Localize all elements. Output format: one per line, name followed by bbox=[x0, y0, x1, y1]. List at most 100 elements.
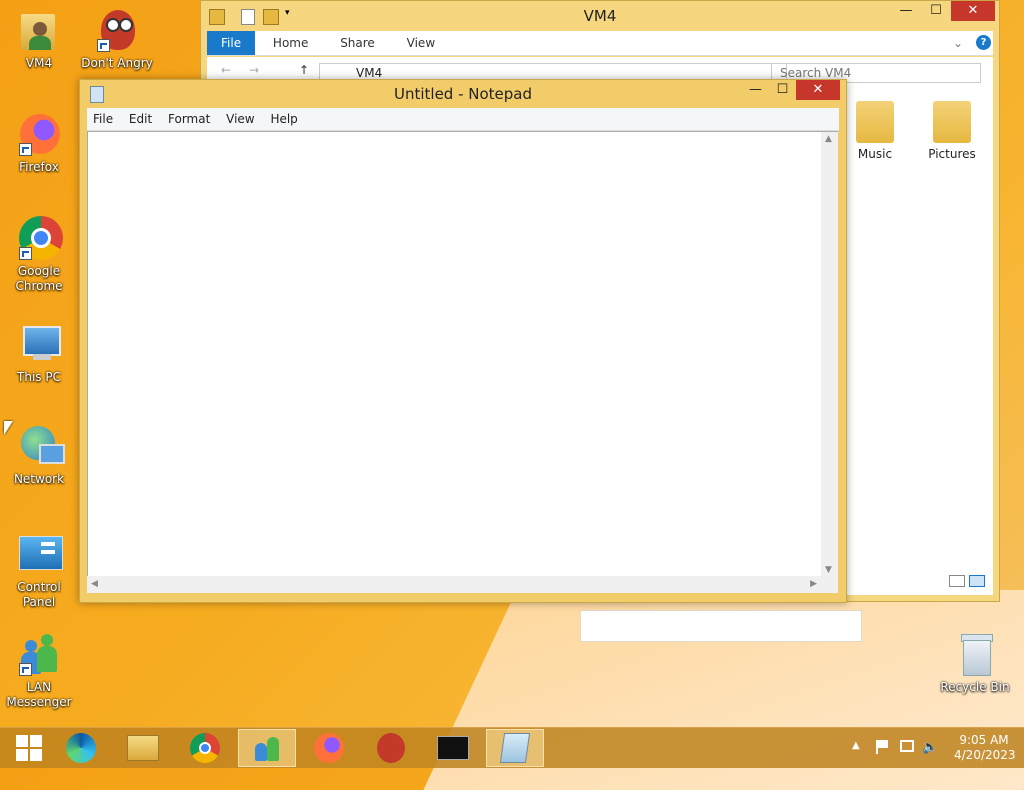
shortcut-arrow-icon bbox=[97, 39, 110, 52]
desktop-icon-lan-messenger[interactable]: LAN Messenger bbox=[1, 632, 77, 710]
desktop-icon-label: LAN Messenger bbox=[6, 680, 72, 709]
windows-logo-icon bbox=[16, 735, 42, 761]
menu-view[interactable]: View bbox=[220, 108, 260, 130]
mouse-cursor-icon bbox=[4, 421, 13, 435]
desktop-icon-control-panel[interactable]: Control Panel bbox=[1, 532, 77, 610]
clock-date: 4/20/2023 bbox=[954, 748, 1016, 762]
desktop-icon-label: Google Chrome bbox=[15, 264, 63, 293]
taskbar-dont-angry[interactable] bbox=[362, 729, 420, 767]
scroll-left-icon[interactable]: ◀ bbox=[91, 579, 98, 589]
taskbar-lan-messenger[interactable] bbox=[238, 729, 296, 767]
pictures-folder-icon bbox=[933, 101, 971, 143]
back-icon[interactable]: ← bbox=[221, 63, 231, 77]
details-view-icon[interactable] bbox=[949, 575, 965, 587]
desktop-icon-dont-angry[interactable]: Don't Angry bbox=[79, 8, 155, 71]
system-clock[interactable]: 9:05 AM 4/20/2023 bbox=[954, 733, 1016, 763]
taskbar-command-prompt[interactable] bbox=[424, 729, 482, 767]
explorer-titlebar[interactable]: ▾ VM4 — ☐ ✕ bbox=[201, 1, 999, 31]
desktop-icon-vm4[interactable]: VM4 bbox=[1, 8, 77, 71]
lan-messenger-icon bbox=[17, 632, 61, 676]
scroll-up-icon[interactable]: ▲ bbox=[825, 134, 832, 144]
close-button[interactable]: ✕ bbox=[951, 1, 995, 21]
ribbon-tabs: File Home Share View ⌄ ? bbox=[207, 31, 993, 56]
clock-time: 9:05 AM bbox=[959, 733, 1009, 747]
menu-help[interactable]: Help bbox=[264, 108, 303, 130]
user-folder-icon bbox=[17, 8, 61, 52]
chrome-icon bbox=[17, 216, 63, 260]
desktop-icon-firefox[interactable]: Firefox bbox=[1, 112, 77, 175]
tab-view[interactable]: View bbox=[393, 31, 449, 55]
desktop-icon-label: This PC bbox=[17, 370, 61, 384]
taskbar-firefox[interactable] bbox=[300, 729, 358, 767]
notepad-window[interactable]: Untitled - Notepad — ☐ ✕ File Edit Forma… bbox=[79, 79, 847, 603]
desktop-icon-label: Control Panel bbox=[17, 580, 61, 609]
command-prompt-icon bbox=[437, 736, 469, 760]
maximize-button[interactable]: ☐ bbox=[769, 80, 796, 100]
shortcut-arrow-icon bbox=[19, 143, 32, 156]
recycle-bin-icon bbox=[953, 632, 997, 676]
forward-icon[interactable]: → bbox=[249, 63, 259, 77]
menu-bar: File Edit Format View Help bbox=[87, 108, 839, 131]
firefox-icon bbox=[314, 733, 344, 763]
text-editor-area[interactable] bbox=[87, 131, 823, 578]
menu-edit[interactable]: Edit bbox=[123, 108, 158, 130]
scroll-right-icon[interactable]: ▶ bbox=[810, 579, 817, 589]
chrome-icon bbox=[190, 733, 220, 763]
action-center-flag-icon[interactable] bbox=[876, 740, 890, 754]
wallpaper-panel bbox=[580, 610, 862, 642]
shortcut-arrow-icon bbox=[19, 663, 32, 676]
scroll-down-icon[interactable]: ▼ bbox=[825, 565, 832, 575]
vertical-scrollbar[interactable]: ▲ ▼ bbox=[821, 131, 838, 577]
taskbar-edge[interactable] bbox=[52, 729, 110, 767]
folder-pictures[interactable]: Pictures bbox=[917, 101, 987, 161]
computer-icon bbox=[17, 322, 61, 366]
music-folder-icon bbox=[856, 101, 894, 143]
window-title: Untitled - Notepad bbox=[393, 85, 533, 103]
desktop-icon-recycle-bin[interactable]: Recycle Bin bbox=[937, 632, 1013, 695]
tab-home[interactable]: Home bbox=[259, 31, 322, 55]
folder-music[interactable]: Music bbox=[840, 101, 910, 161]
shortcut-arrow-icon bbox=[19, 247, 32, 260]
maximize-button[interactable]: ☐ bbox=[921, 1, 951, 21]
desktop-icon-label: VM4 bbox=[25, 56, 53, 70]
tab-share[interactable]: Share bbox=[326, 31, 389, 55]
angry-bird-icon bbox=[377, 733, 405, 763]
desktop-icon-label: Firefox bbox=[19, 160, 59, 174]
horizontal-scrollbar[interactable]: ◀ ▶ bbox=[87, 576, 821, 593]
expand-ribbon-icon[interactable]: ⌄ bbox=[953, 31, 963, 55]
firefox-icon bbox=[17, 112, 61, 156]
file-explorer-icon bbox=[127, 735, 159, 761]
network-status-icon[interactable] bbox=[900, 740, 914, 752]
large-icons-view-icon[interactable] bbox=[969, 575, 985, 587]
folder-label: Pictures bbox=[928, 147, 976, 161]
edge-icon bbox=[66, 733, 96, 763]
start-button[interactable] bbox=[0, 729, 58, 767]
desktop-icon-label: Don't Angry bbox=[81, 56, 153, 70]
desktop-icon-label: Network bbox=[13, 472, 65, 486]
up-icon[interactable]: ↑ bbox=[299, 63, 309, 77]
menu-file[interactable]: File bbox=[87, 108, 119, 130]
resize-grip[interactable] bbox=[821, 576, 838, 593]
taskbar-chrome[interactable] bbox=[176, 729, 234, 767]
control-panel-icon bbox=[17, 532, 63, 576]
lan-messenger-icon bbox=[253, 733, 281, 763]
network-globe-icon bbox=[17, 424, 65, 468]
desktop-icon-label: Recycle Bin bbox=[940, 680, 1010, 694]
close-button[interactable]: ✕ bbox=[796, 80, 840, 100]
notepad-icon bbox=[499, 733, 531, 763]
volume-muted-icon[interactable]: 🔈 bbox=[922, 740, 938, 755]
help-icon[interactable]: ? bbox=[976, 35, 991, 50]
tab-file[interactable]: File bbox=[207, 31, 256, 55]
window-title: VM4 bbox=[583, 7, 617, 25]
show-hidden-icons-icon[interactable]: ▲ bbox=[852, 740, 860, 751]
desktop-icon-this-pc[interactable]: This PC bbox=[1, 322, 77, 385]
taskbar-notepad[interactable] bbox=[486, 729, 544, 767]
angry-bird-icon bbox=[95, 8, 139, 52]
minimize-button[interactable]: — bbox=[891, 1, 921, 21]
desktop-icon-chrome[interactable]: Google Chrome bbox=[1, 216, 77, 294]
taskbar: ▲ 🔈 9:05 AM 4/20/2023 bbox=[0, 727, 1024, 768]
folder-label: Music bbox=[857, 147, 893, 161]
menu-format[interactable]: Format bbox=[162, 108, 216, 130]
taskbar-file-explorer[interactable] bbox=[114, 729, 172, 767]
minimize-button[interactable]: — bbox=[742, 80, 769, 100]
